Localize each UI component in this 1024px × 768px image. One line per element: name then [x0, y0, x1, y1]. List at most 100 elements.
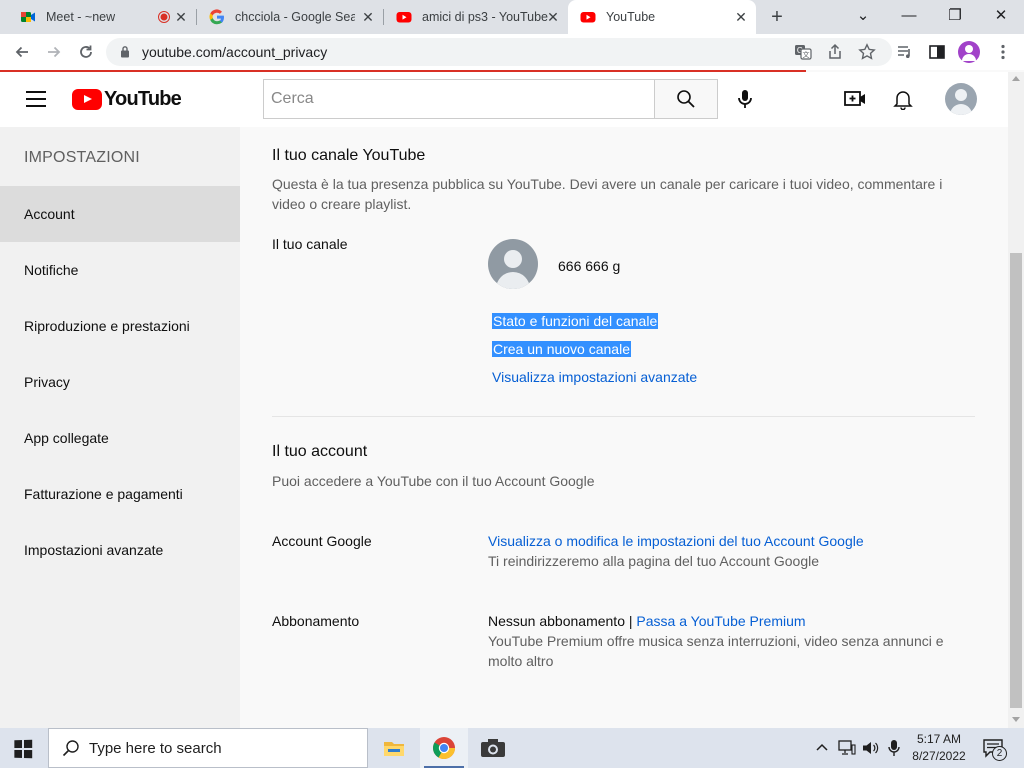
network-icon[interactable]	[838, 740, 856, 756]
windows-taskbar: Type here to search 5:17 AM 8/27/2022 2	[0, 728, 1024, 768]
tab-title: chcciola - Google Search	[235, 10, 355, 24]
sidebar-item-fatturazione[interactable]: Fatturazione e pagamenti	[0, 466, 240, 522]
subscription-label: Abbonamento	[272, 613, 360, 629]
address-bar[interactable]: youtube.com/account_privacy G 文	[106, 38, 892, 66]
channel-section-title: Il tuo canale YouTube	[272, 147, 426, 164]
taskbar-file-explorer[interactable]	[370, 728, 418, 768]
account-section-description: Puoi accedere a YouTube con il tuo Accou…	[272, 473, 595, 489]
file-explorer-icon	[384, 742, 404, 756]
tab-youtube[interactable]: YouTube ✕	[568, 0, 756, 34]
back-arrow-icon	[15, 46, 28, 58]
browser-tab-strip: Meet - ~new ✕ chcciola - Google Search ✕…	[0, 0, 1024, 34]
tab-title: YouTube	[606, 10, 656, 24]
forward-button[interactable]	[42, 40, 66, 64]
sidebar-heading: IMPOSTAZIONI	[24, 149, 140, 166]
account-avatar[interactable]	[945, 83, 977, 115]
taskbar-chrome[interactable]	[420, 728, 468, 768]
url-text: youtube.com/account_privacy	[142, 44, 328, 60]
tab-title: amici di ps3 - YouTube	[422, 10, 549, 24]
youtube-logo[interactable]: YouTube	[72, 88, 182, 111]
subscription-separator: |	[628, 613, 633, 629]
minimize-button[interactable]: —	[896, 4, 922, 28]
taskbar-camera[interactable]	[469, 728, 517, 768]
search-button[interactable]	[654, 79, 718, 119]
tab-google-search[interactable]: chcciola - Google Search ✕	[197, 0, 383, 34]
section-divider	[272, 416, 975, 417]
taskbar-search-box[interactable]: Type here to search	[48, 728, 368, 768]
close-tab-icon[interactable]: ✕	[734, 10, 748, 24]
kebab-menu-icon[interactable]	[994, 43, 1012, 61]
close-tab-icon[interactable]: ✕	[546, 10, 560, 24]
tab-amici-di-ps3[interactable]: amici di ps3 - YouTube ✕	[384, 0, 568, 34]
scroll-down-arrow-icon[interactable]	[1012, 717, 1020, 722]
google-account-settings-link[interactable]: Visualizza o modifica le impostazioni de…	[488, 533, 864, 549]
channel-section-description: Questa è la tua presenza pubblica su You…	[272, 176, 943, 212]
sidebar-item-app-collegate[interactable]: App collegate	[0, 410, 240, 466]
youtube-icon	[580, 12, 596, 23]
taskbar-clock[interactable]: 5:17 AM 8/27/2022	[905, 731, 973, 765]
search-box[interactable]	[263, 79, 655, 119]
close-tab-icon[interactable]: ✕	[174, 10, 188, 24]
youtube-play-icon	[72, 89, 102, 110]
browser-toolbar: youtube.com/account_privacy G 文	[0, 34, 1024, 70]
search-icon	[677, 90, 695, 108]
side-panel-icon[interactable]	[928, 43, 946, 61]
channel-name: 666 666 g	[558, 258, 621, 274]
scrollbar-thumb[interactable]	[1010, 253, 1022, 708]
windows-start-icon[interactable]	[14, 739, 32, 759]
tab-search-button[interactable]: ⌄	[850, 4, 876, 28]
channel-status-link[interactable]: Stato e funzioni del canale	[492, 313, 659, 329]
chevron-up-icon[interactable]	[815, 742, 829, 752]
google-meet-icon	[21, 12, 35, 22]
channel-avatar[interactable]	[488, 239, 538, 289]
reload-button[interactable]	[74, 40, 98, 64]
account-settings-content: Il tuo canale YouTube Questa è la tua pr…	[240, 127, 1008, 728]
notification-count-badge: 2	[992, 746, 1007, 761]
microphone-icon[interactable]	[734, 88, 756, 110]
restore-button[interactable]: ❐	[942, 4, 968, 28]
settings-sidebar: IMPOSTAZIONI Account Notifiche Riproduzi…	[0, 127, 240, 728]
bookmark-star-icon[interactable]	[858, 43, 876, 61]
sidebar-item-privacy[interactable]: Privacy	[0, 354, 240, 410]
hamburger-menu-icon[interactable]	[26, 91, 46, 107]
sidebar-item-account[interactable]: Account	[0, 186, 240, 242]
lock-icon	[121, 46, 129, 58]
create-video-icon[interactable]	[843, 88, 867, 110]
reload-icon	[80, 45, 92, 58]
google-account-label: Account Google	[272, 533, 372, 549]
sidebar-item-impostazioni-avanzate[interactable]: Impostazioni avanzate	[0, 522, 240, 578]
create-channel-link[interactable]: Crea un nuovo canale	[492, 341, 631, 357]
sidebar-item-notifiche[interactable]: Notifiche	[0, 242, 240, 298]
microphone-icon[interactable]	[887, 739, 901, 757]
subscription-row: Nessun abbonamento | Passa a YouTube Pre…	[488, 613, 806, 629]
notifications-bell-icon[interactable]	[892, 88, 914, 110]
google-account-redirect-note: Ti reindirizzeremo alla pagina del tuo A…	[488, 553, 820, 569]
subscription-status: Nessun abbonamento	[488, 613, 625, 629]
close-tab-icon[interactable]: ✕	[361, 10, 375, 24]
forward-arrow-icon	[48, 46, 61, 58]
youtube-premium-link[interactable]: Passa a YouTube Premium	[636, 613, 805, 629]
your-channel-label: Il tuo canale	[272, 236, 348, 252]
recording-icon	[158, 11, 170, 23]
account-section-title: Il tuo account	[272, 443, 368, 460]
tab-meet[interactable]: Meet - ~new ✕	[8, 0, 196, 34]
search-input[interactable]	[264, 80, 655, 118]
back-button[interactable]	[10, 40, 34, 64]
google-icon	[209, 9, 224, 25]
media-controls-icon[interactable]	[896, 43, 914, 61]
advanced-settings-link[interactable]: Visualizza impostazioni avanzate	[492, 369, 697, 385]
volume-icon[interactable]	[862, 740, 880, 756]
youtube-icon	[396, 12, 412, 23]
clock-date: 8/27/2022	[912, 749, 966, 763]
new-tab-button[interactable]: +	[766, 6, 788, 28]
share-icon[interactable]	[826, 43, 844, 61]
translate-icon[interactable]: G 文	[794, 43, 812, 61]
profile-avatar[interactable]	[958, 41, 980, 63]
taskbar-search-placeholder: Type here to search	[89, 740, 222, 757]
svg-text:文: 文	[803, 50, 810, 59]
sidebar-item-riproduzione[interactable]: Riproduzione e prestazioni	[0, 298, 240, 354]
chrome-icon	[433, 737, 455, 759]
action-center-button[interactable]: 2	[982, 738, 1008, 761]
scroll-up-arrow-icon[interactable]	[1012, 76, 1020, 81]
close-window-button[interactable]: ✕	[988, 4, 1014, 28]
